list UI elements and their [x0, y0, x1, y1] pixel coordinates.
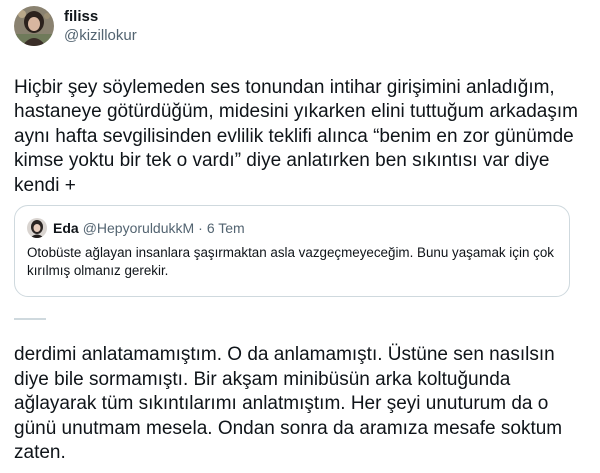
tweet-header: filiss @kizillokur — [14, 6, 137, 46]
thread-divider — [14, 318, 46, 320]
profile-photo-icon — [14, 6, 54, 46]
quoted-avatar — [27, 218, 47, 238]
avatar[interactable] — [14, 6, 54, 46]
quoted-tweet-text: Otobüste ağlayan insanlara şaşırmaktan a… — [27, 245, 554, 278]
quoted-user-handle: @HepyoruldukkM — [82, 220, 195, 236]
quoted-tweet-card[interactable]: Eda @HepyoruldukkM · 6 Tem Otobüste ağla… — [14, 205, 570, 297]
separator-dot: · — [198, 220, 203, 236]
profile-photo-icon — [27, 218, 47, 238]
continuation-text: derdimi anlatamamıştım. O da anlamamıştı… — [14, 344, 563, 464]
tweet-text: Hiçbir şey söylemeden ses tonundan intih… — [14, 77, 578, 196]
quoted-tweet-date: 6 Tem — [206, 220, 245, 236]
quoted-tweet-header: Eda @HepyoruldukkM · 6 Tem — [27, 218, 557, 238]
user-handle[interactable]: @kizillokur — [64, 26, 137, 45]
display-name[interactable]: filiss — [64, 7, 137, 26]
quoted-display-name: Eda — [53, 220, 79, 236]
